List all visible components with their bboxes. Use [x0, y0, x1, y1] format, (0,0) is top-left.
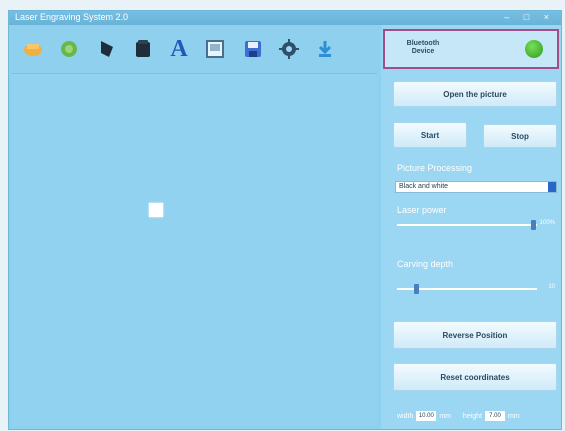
- laser-power-label: Laser power: [397, 205, 447, 215]
- width-label: width: [397, 412, 414, 420]
- image-icon: [24, 44, 42, 56]
- height-label: height: [462, 412, 482, 420]
- save-icon: [245, 41, 261, 57]
- control-panel: Bluetooth Device Open the picture Start …: [381, 25, 561, 429]
- picture-processing-select[interactable]: Black and white: [395, 181, 557, 193]
- app-window: Laser Engraving System 2.0 – □ × A Bluet…: [8, 10, 562, 430]
- settings-tool[interactable]: [275, 35, 303, 63]
- box-icon: [136, 40, 150, 57]
- frame-tool[interactable]: [55, 35, 83, 63]
- laser-power-value: 100%: [539, 220, 555, 226]
- box-tool[interactable]: [129, 35, 157, 63]
- engraving-canvas[interactable]: [11, 73, 377, 426]
- window-title: Laser Engraving System 2.0: [15, 12, 129, 22]
- bluetooth-status[interactable]: Bluetooth Device: [383, 29, 559, 69]
- height-input[interactable]: 7.00: [485, 411, 505, 421]
- canvas-object[interactable]: [149, 203, 163, 217]
- save-tool[interactable]: [239, 35, 267, 63]
- slider-track: [397, 224, 537, 226]
- width-input[interactable]: 10.00: [416, 411, 437, 421]
- slider-handle[interactable]: [531, 220, 536, 230]
- open-picture-button[interactable]: Open the picture: [393, 81, 557, 107]
- picture-icon: [206, 40, 224, 58]
- shape-icon: [101, 41, 113, 57]
- toolbar: A: [9, 27, 379, 73]
- bluetooth-status-label: Bluetooth Device: [406, 40, 440, 55]
- height-unit: mm: [508, 412, 520, 420]
- carving-depth-value: 10: [548, 284, 555, 290]
- title-bar[interactable]: Laser Engraving System 2.0 – □ ×: [9, 11, 561, 25]
- slider-handle[interactable]: [414, 284, 419, 294]
- download-icon: [318, 41, 332, 57]
- window-controls[interactable]: – □ ×: [504, 12, 555, 22]
- connection-indicator-icon: [525, 40, 543, 58]
- download-tool[interactable]: [311, 35, 339, 63]
- dimension-row: width 10.00 mm height 7.00 mm: [397, 411, 520, 421]
- dropdown-arrow-icon: [548, 182, 556, 192]
- image-edit-tool[interactable]: [201, 35, 229, 63]
- open-image-tool[interactable]: [19, 35, 47, 63]
- picture-processing-value: Black and white: [399, 183, 449, 190]
- shape-tool[interactable]: [93, 35, 121, 63]
- carving-depth-slider[interactable]: 10: [397, 283, 555, 295]
- text-icon: A: [170, 35, 188, 62]
- reverse-position-button[interactable]: Reverse Position: [393, 321, 557, 349]
- start-button[interactable]: Start: [393, 122, 467, 148]
- laser-power-slider[interactable]: 100%: [397, 219, 555, 231]
- carving-depth-label: Carving depth: [397, 259, 454, 269]
- width-unit: mm: [439, 412, 452, 420]
- gear-icon: [279, 39, 299, 59]
- text-tool[interactable]: A: [165, 35, 193, 63]
- reset-coordinates-button[interactable]: Reset coordinates: [393, 363, 557, 391]
- picture-processing-label: Picture Processing: [397, 163, 473, 173]
- frame-icon: [61, 41, 77, 57]
- stop-button[interactable]: Stop: [483, 124, 557, 148]
